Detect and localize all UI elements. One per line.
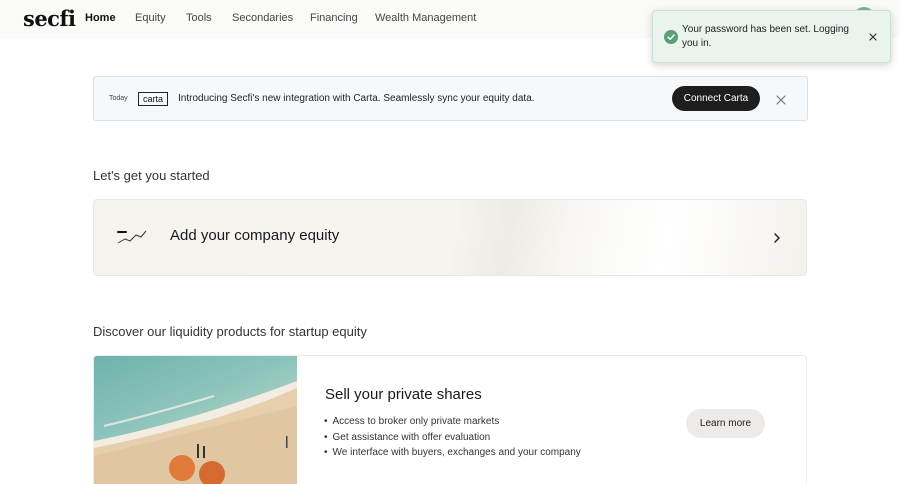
announcement-date: Today (109, 95, 128, 102)
list-item: Get assistance with offer evaluation (324, 432, 491, 443)
close-icon[interactable] (775, 93, 787, 105)
sell-private-shares-card: Sell your private shares Access to broke… (93, 355, 807, 484)
success-toast: Your password has been set. Logging you … (652, 10, 891, 63)
nav-equity[interactable]: Equity (135, 12, 166, 24)
nav-tools[interactable]: Tools (186, 12, 212, 24)
list-item: Access to broker only private markets (324, 416, 500, 427)
beach-photo (94, 356, 297, 484)
liquidity-heading: Discover our liquidity products for star… (93, 324, 367, 339)
nav-home[interactable]: Home (85, 12, 116, 24)
toast-message: Your password has been set. Logging you … (682, 24, 849, 49)
check-circle-icon (664, 30, 678, 44)
secfi-logo[interactable]: secfi (23, 6, 76, 31)
sell-private-shares-title: Sell your private shares (325, 386, 482, 403)
close-icon[interactable] (866, 30, 880, 44)
trend-chart-icon (117, 226, 147, 251)
get-started-heading: Let's get you started (93, 168, 210, 183)
nav-secondaries[interactable]: Secondaries (232, 12, 293, 24)
add-company-equity-title: Add your company equity (170, 227, 340, 244)
carta-logo: carta (138, 92, 168, 106)
nav-wealth-management[interactable]: Wealth Management (375, 12, 476, 24)
learn-more-button[interactable]: Learn more (686, 409, 765, 438)
list-item: We interface with buyers, exchanges and … (324, 447, 581, 458)
add-company-equity-card[interactable]: Add your company equity (93, 199, 807, 276)
nav-financing[interactable]: Financing (310, 12, 358, 24)
announcement-text: Introducing Secfi's new integration with… (178, 93, 535, 104)
chevron-right-icon[interactable] (773, 231, 781, 249)
connect-carta-button[interactable]: Connect Carta (672, 86, 760, 111)
carta-announcement-banner: Today carta Introducing Secfi's new inte… (93, 76, 808, 121)
